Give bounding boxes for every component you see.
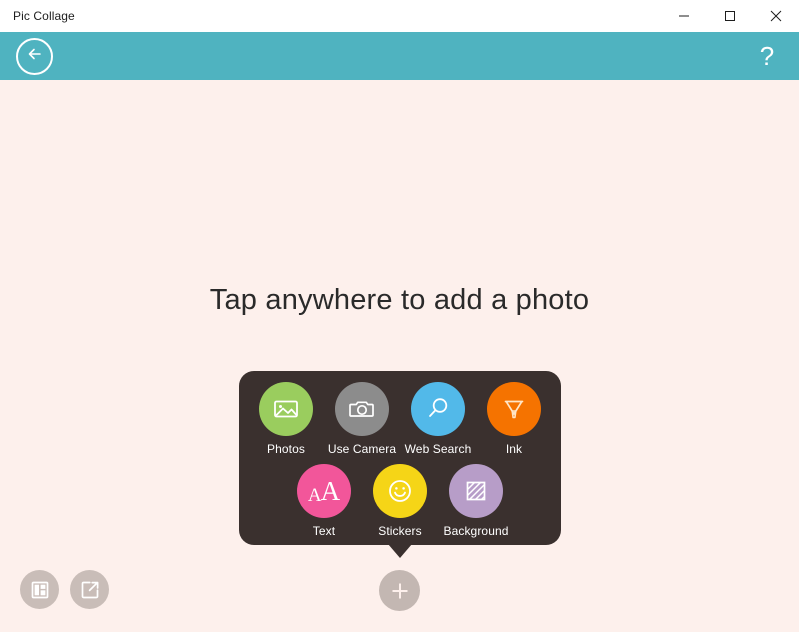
layout-button[interactable] (20, 570, 59, 609)
tool-text-label: Text (312, 524, 336, 538)
app-bar: ? (0, 32, 799, 80)
tool-photos-label: Photos (267, 442, 305, 456)
camera-icon (347, 394, 377, 424)
image-icon (271, 394, 301, 424)
arrow-left-icon (25, 44, 45, 69)
tool-stickers[interactable]: Stickers (362, 464, 438, 538)
tool-use-camera-label: Use Camera (327, 442, 397, 456)
window-title: Pic Collage (13, 9, 75, 23)
tool-web-search-circle[interactable] (411, 382, 465, 436)
tool-photos-circle[interactable] (259, 382, 313, 436)
tool-use-camera[interactable]: Use Camera (324, 382, 400, 456)
tool-web-search[interactable]: Web Search (400, 382, 476, 456)
minimize-button[interactable] (661, 0, 707, 32)
tool-background[interactable]: Background (438, 464, 514, 538)
help-button[interactable]: ? (753, 36, 781, 76)
tool-photos[interactable]: Photos (248, 382, 324, 456)
tool-background-label: Background (443, 524, 509, 538)
canvas-hint-text: Tap anywhere to add a photo (209, 284, 590, 316)
bottom-left-toolbar (20, 570, 109, 609)
tool-text-circle[interactable]: AA (297, 464, 351, 518)
layout-grid-icon (29, 579, 51, 601)
popup-row-1: Photos Use Camera Web Search Ink (239, 382, 561, 456)
smiley-icon (385, 476, 415, 506)
app-window: Pic Collage ? Tap anywhere to add a phot… (0, 0, 799, 632)
add-content-popup: Photos Use Camera Web Search Ink A A Tex… (239, 371, 561, 545)
tool-background-circle[interactable] (449, 464, 503, 518)
tool-ink-circle[interactable] (487, 382, 541, 436)
tool-text[interactable]: AA Text (286, 464, 362, 538)
title-bar: Pic Collage (0, 0, 799, 32)
popup-caret-icon (388, 544, 412, 558)
tool-use-camera-circle[interactable] (335, 382, 389, 436)
tool-stickers-label: Stickers (378, 524, 422, 538)
hatched-square-icon (461, 476, 491, 506)
tool-ink[interactable]: Ink (476, 382, 552, 456)
tool-ink-label: Ink (505, 442, 523, 456)
collage-canvas[interactable]: Tap anywhere to add a photo Photos Use C… (0, 80, 799, 632)
close-button[interactable] (753, 0, 799, 32)
maximize-button[interactable] (707, 0, 753, 32)
export-icon (79, 579, 101, 601)
text-aa-icon: AA (307, 475, 341, 506)
marker-pen-icon (499, 394, 529, 424)
add-button[interactable] (379, 570, 420, 611)
window-controls (661, 0, 799, 32)
export-button[interactable] (70, 570, 109, 609)
tool-stickers-circle[interactable] (373, 464, 427, 518)
back-button[interactable] (16, 38, 53, 75)
plus-icon (388, 579, 412, 603)
tool-web-search-label: Web Search (404, 442, 472, 456)
popup-row-2: AA Text Stickers Background (239, 464, 561, 538)
magnifier-icon (423, 394, 453, 424)
